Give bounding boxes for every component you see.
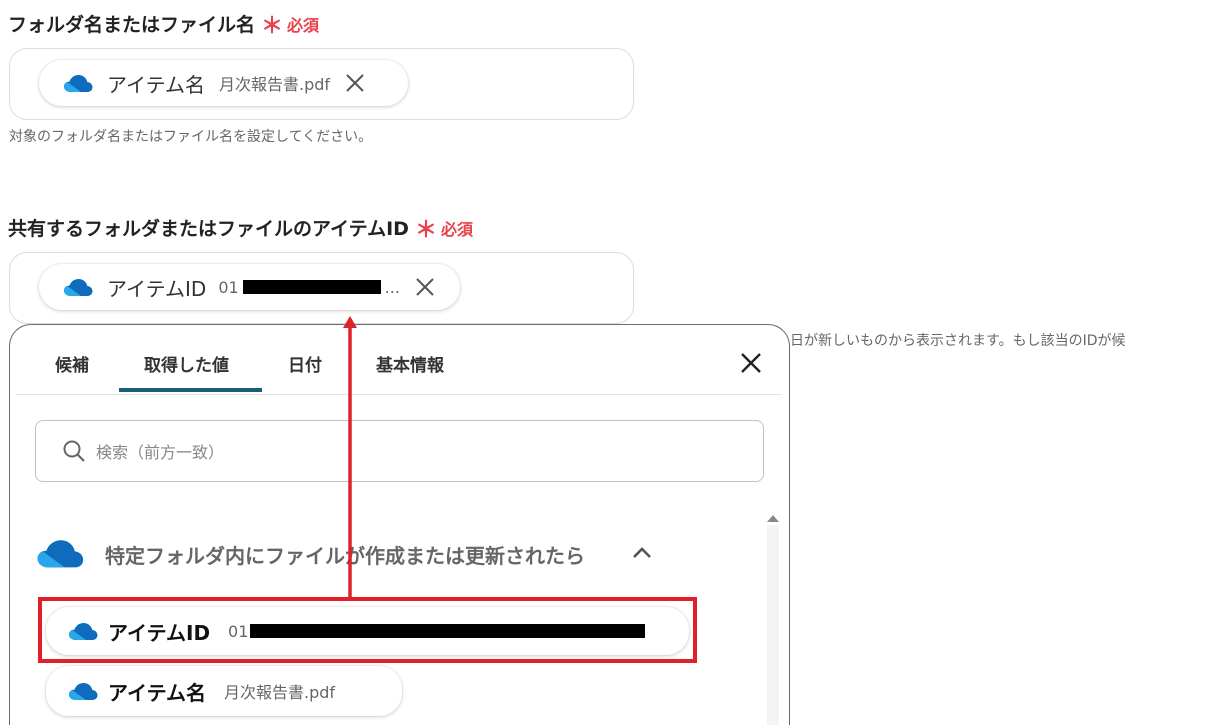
- annotation-arrow-icon: [343, 316, 357, 597]
- item-value: 月次報告書.pdf: [224, 683, 336, 702]
- variable-picker-popup: [9, 324, 790, 725]
- scrollbar-track[interactable]: [767, 525, 779, 725]
- search-placeholder: 検索（前方一致）: [96, 443, 225, 462]
- active-tab-indicator: [119, 388, 262, 392]
- required-star: ＊: [414, 218, 437, 243]
- chip-value-prefix: 01: [218, 277, 239, 297]
- variable-chip-item-name[interactable]: アイテム名 月次報告書.pdf: [39, 60, 408, 106]
- tab-candidates[interactable]: 候補: [55, 351, 89, 376]
- required-star: ＊: [261, 14, 284, 39]
- field-label-folder-or-file-name: フォルダ名またはファイル名＊必須: [8, 14, 320, 39]
- field-label-item-id: 共有するフォルダまたはファイルのアイテムID ＊必須: [8, 218, 473, 243]
- onedrive-cloud-icon: [64, 75, 93, 92]
- annotation-highlight-box: [38, 597, 697, 663]
- search-input[interactable]: 検索（前方一致）: [35, 420, 764, 482]
- search-icon: [63, 440, 85, 462]
- tab-divider: [16, 394, 782, 395]
- tab-basic-info[interactable]: 基本情報: [376, 351, 444, 376]
- chip-name: アイテムID: [107, 276, 207, 301]
- tab-acquired-values[interactable]: 取得した値: [144, 351, 229, 376]
- list-item-item-name[interactable]: アイテム名 月次報告書.pdf: [46, 666, 402, 716]
- chip-value-ellipsis: ...: [384, 277, 400, 297]
- close-icon[interactable]: [344, 72, 366, 94]
- scroll-up-arrow-icon[interactable]: [766, 513, 780, 523]
- field-help-text: 対象のフォルダ名またはファイル名を設定してください。: [9, 129, 373, 145]
- redaction-bar: [242, 280, 381, 294]
- required-badge: 必須: [440, 220, 473, 239]
- onedrive-cloud-icon: [64, 279, 93, 296]
- onedrive-cloud-icon: [37, 540, 84, 568]
- close-icon[interactable]: [414, 276, 436, 298]
- required-badge: 必須: [287, 16, 320, 35]
- close-icon[interactable]: [739, 351, 763, 375]
- chevron-up-icon[interactable]: [632, 545, 652, 559]
- tab-date[interactable]: 日付: [288, 351, 322, 376]
- chip-value: 月次報告書.pdf: [219, 75, 331, 94]
- item-name: アイテム名: [108, 680, 206, 705]
- variable-chip-item-id[interactable]: アイテムID 01 ...: [39, 264, 460, 310]
- chip-name: アイテム名: [107, 72, 205, 97]
- onedrive-cloud-icon: [69, 683, 98, 700]
- field-help-text-partial: 日が新しいものから表示されます。もし該当のIDが候: [790, 333, 1126, 349]
